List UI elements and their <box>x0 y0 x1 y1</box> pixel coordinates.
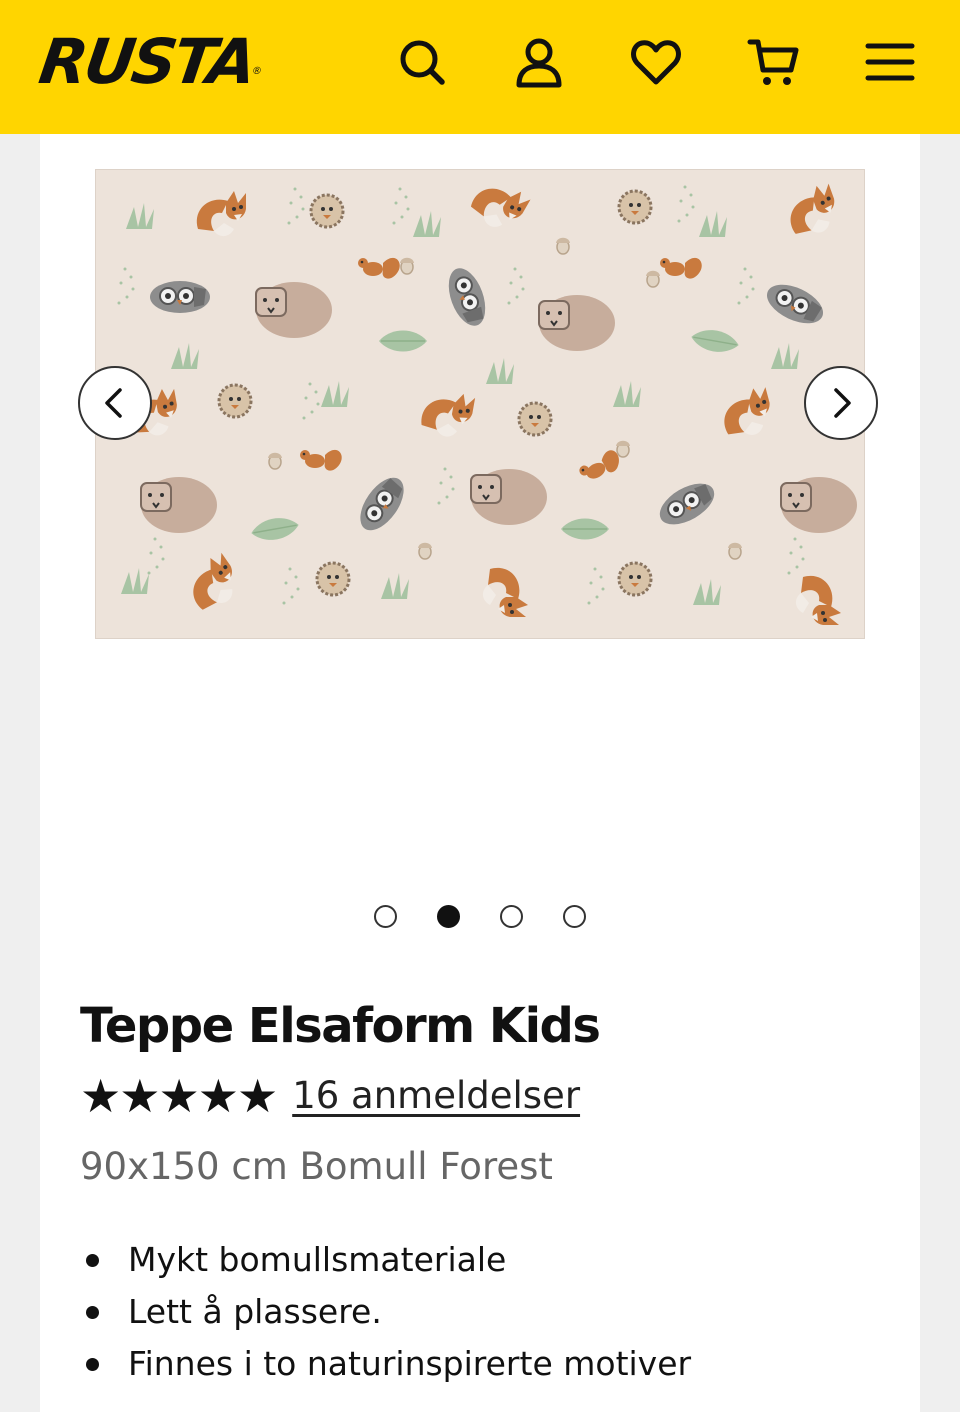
carousel-dot[interactable] <box>374 905 397 928</box>
carousel-dots <box>40 905 920 928</box>
next-image-button[interactable] <box>804 366 878 440</box>
feature-item: Lett å plassere. <box>80 1286 691 1338</box>
rug-forest-pattern <box>95 169 865 639</box>
feature-item: Finnes i to naturinspirerte motiver <box>80 1338 691 1390</box>
rusta-logo[interactable]: RUSTA® <box>34 22 265 102</box>
chevron-left-icon <box>105 388 122 418</box>
star-rating-icons: ★★★★★ <box>80 1069 278 1123</box>
carousel-dot[interactable] <box>500 905 523 928</box>
search-icon[interactable] <box>394 32 450 92</box>
account-icon[interactable] <box>511 32 567 92</box>
reviews-link[interactable]: 16 anmeldelser <box>292 1070 580 1122</box>
menu-icon[interactable] <box>862 32 918 92</box>
product-subtitle: 90x150 cm Bomull Forest <box>80 1145 553 1188</box>
feature-list: Mykt bomullsmateriale Lett å plassere. F… <box>80 1234 691 1390</box>
heart-icon[interactable] <box>628 32 684 92</box>
prev-image-button[interactable] <box>78 366 152 440</box>
carousel-dot-active[interactable] <box>437 905 460 928</box>
product-title: Teppe Elsaform Kids <box>80 998 601 1054</box>
product-rating: ★★★★★ 16 anmeldelser <box>80 1070 580 1122</box>
feature-item: Mykt bomullsmateriale <box>80 1234 691 1286</box>
carousel-dot[interactable] <box>563 905 586 928</box>
chevron-right-icon <box>834 388 851 418</box>
cart-icon[interactable] <box>746 32 802 92</box>
site-header: RUSTA® <box>0 0 960 134</box>
product-image[interactable] <box>95 169 865 639</box>
product-card: Teppe Elsaform Kids ★★★★★ 16 anmeldelser… <box>40 134 920 1412</box>
